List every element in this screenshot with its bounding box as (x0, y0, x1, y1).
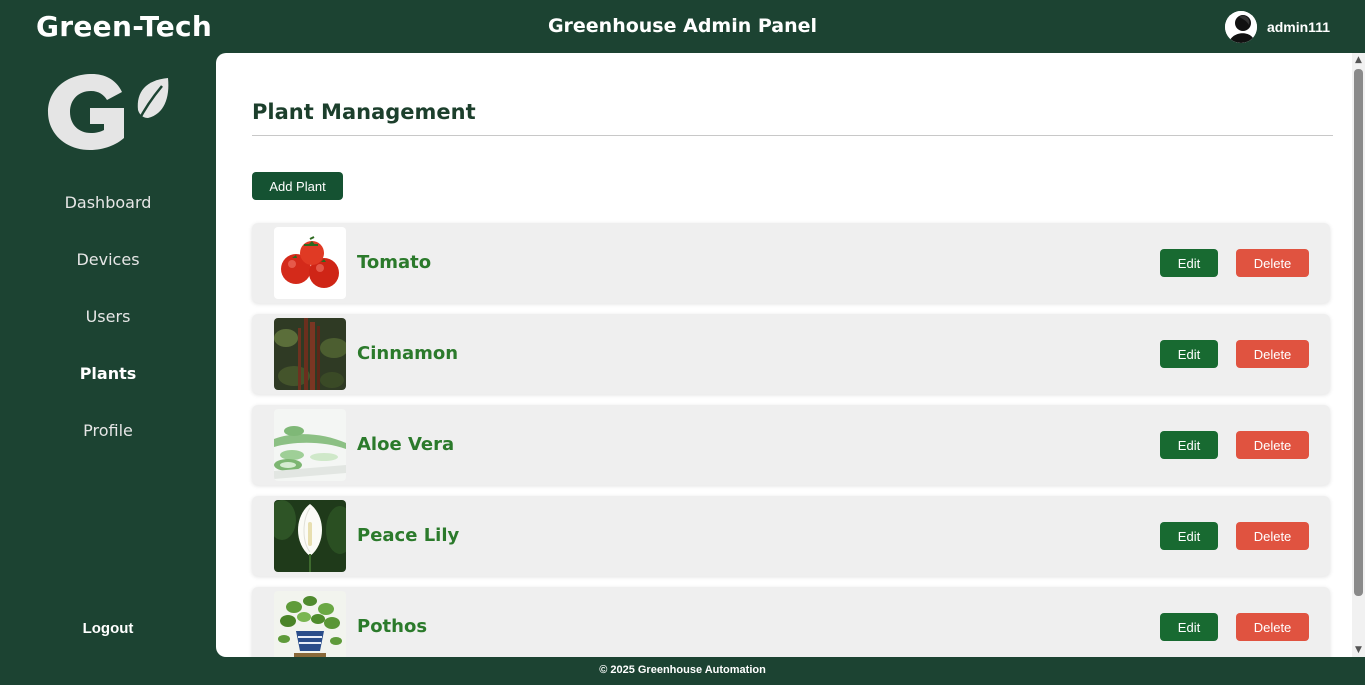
sidebar-item-dashboard[interactable]: Dashboard (0, 174, 216, 231)
user-menu[interactable]: admin111 (1224, 11, 1330, 43)
edit-button[interactable]: Edit (1160, 613, 1218, 641)
delete-button[interactable]: Delete (1236, 522, 1309, 550)
avatar[interactable] (1224, 11, 1257, 43)
plant-list: Tomato Edit Delete Cinnamon Edit Delete … (252, 223, 1330, 657)
sidebar-nav: Dashboard Devices Users Plants Profile (0, 174, 216, 459)
sidebar-item-profile[interactable]: Profile (0, 402, 216, 459)
tomato-photo (274, 227, 346, 299)
plant-name: Cinnamon (357, 343, 459, 364)
main-panel: Plant Management Add Plant Tomato Edit D… (216, 53, 1365, 657)
scroll-up-arrow-icon[interactable]: ▲ (1354, 55, 1363, 65)
plant-name: Pothos (357, 616, 428, 637)
sidebar-item-plants[interactable]: Plants (0, 345, 216, 402)
edit-button[interactable]: Edit (1160, 249, 1218, 277)
page-header-title: Greenhouse Admin Panel (547, 15, 818, 37)
edit-button[interactable]: Edit (1160, 522, 1218, 550)
plant-card-aloe-vera: Aloe Vera Edit Delete (252, 405, 1330, 485)
pothos-photo (274, 591, 346, 657)
page-title: Plant Management (252, 100, 476, 124)
cinnamon-photo (274, 318, 346, 390)
logout-link[interactable]: Logout (0, 620, 216, 637)
footer-text: © 2025 Greenhouse Automation (599, 664, 766, 676)
plant-name: Tomato (357, 252, 432, 273)
delete-button[interactable]: Delete (1236, 613, 1309, 641)
plant-name: Aloe Vera (357, 434, 455, 455)
sidebar-item-users[interactable]: Users (0, 288, 216, 345)
scrollbar-thumb[interactable] (1354, 69, 1363, 596)
aloe-vera-photo (274, 409, 346, 481)
greentech-logo (44, 70, 172, 152)
edit-button[interactable]: Edit (1160, 340, 1218, 368)
add-plant-button[interactable]: Add Plant (252, 172, 343, 200)
delete-button[interactable]: Delete (1236, 431, 1309, 459)
plant-name: Peace Lily (357, 525, 460, 546)
delete-button[interactable]: Delete (1236, 249, 1309, 277)
scroll-down-arrow-icon[interactable]: ▼ (1354, 645, 1363, 655)
vertical-scrollbar[interactable]: ▲ ▼ (1352, 53, 1365, 657)
sidebar-item-devices[interactable]: Devices (0, 231, 216, 288)
edit-button[interactable]: Edit (1160, 431, 1218, 459)
plant-card-cinnamon: Cinnamon Edit Delete (252, 314, 1330, 394)
plant-card-tomato: Tomato Edit Delete (252, 223, 1330, 303)
username-label[interactable]: admin111 (1267, 19, 1330, 35)
title-divider (252, 135, 1333, 136)
peace-lily-photo (274, 500, 346, 572)
delete-button[interactable]: Delete (1236, 340, 1309, 368)
plant-card-pothos: Pothos Edit Delete (252, 587, 1330, 657)
plant-card-peace-lily: Peace Lily Edit Delete (252, 496, 1330, 576)
